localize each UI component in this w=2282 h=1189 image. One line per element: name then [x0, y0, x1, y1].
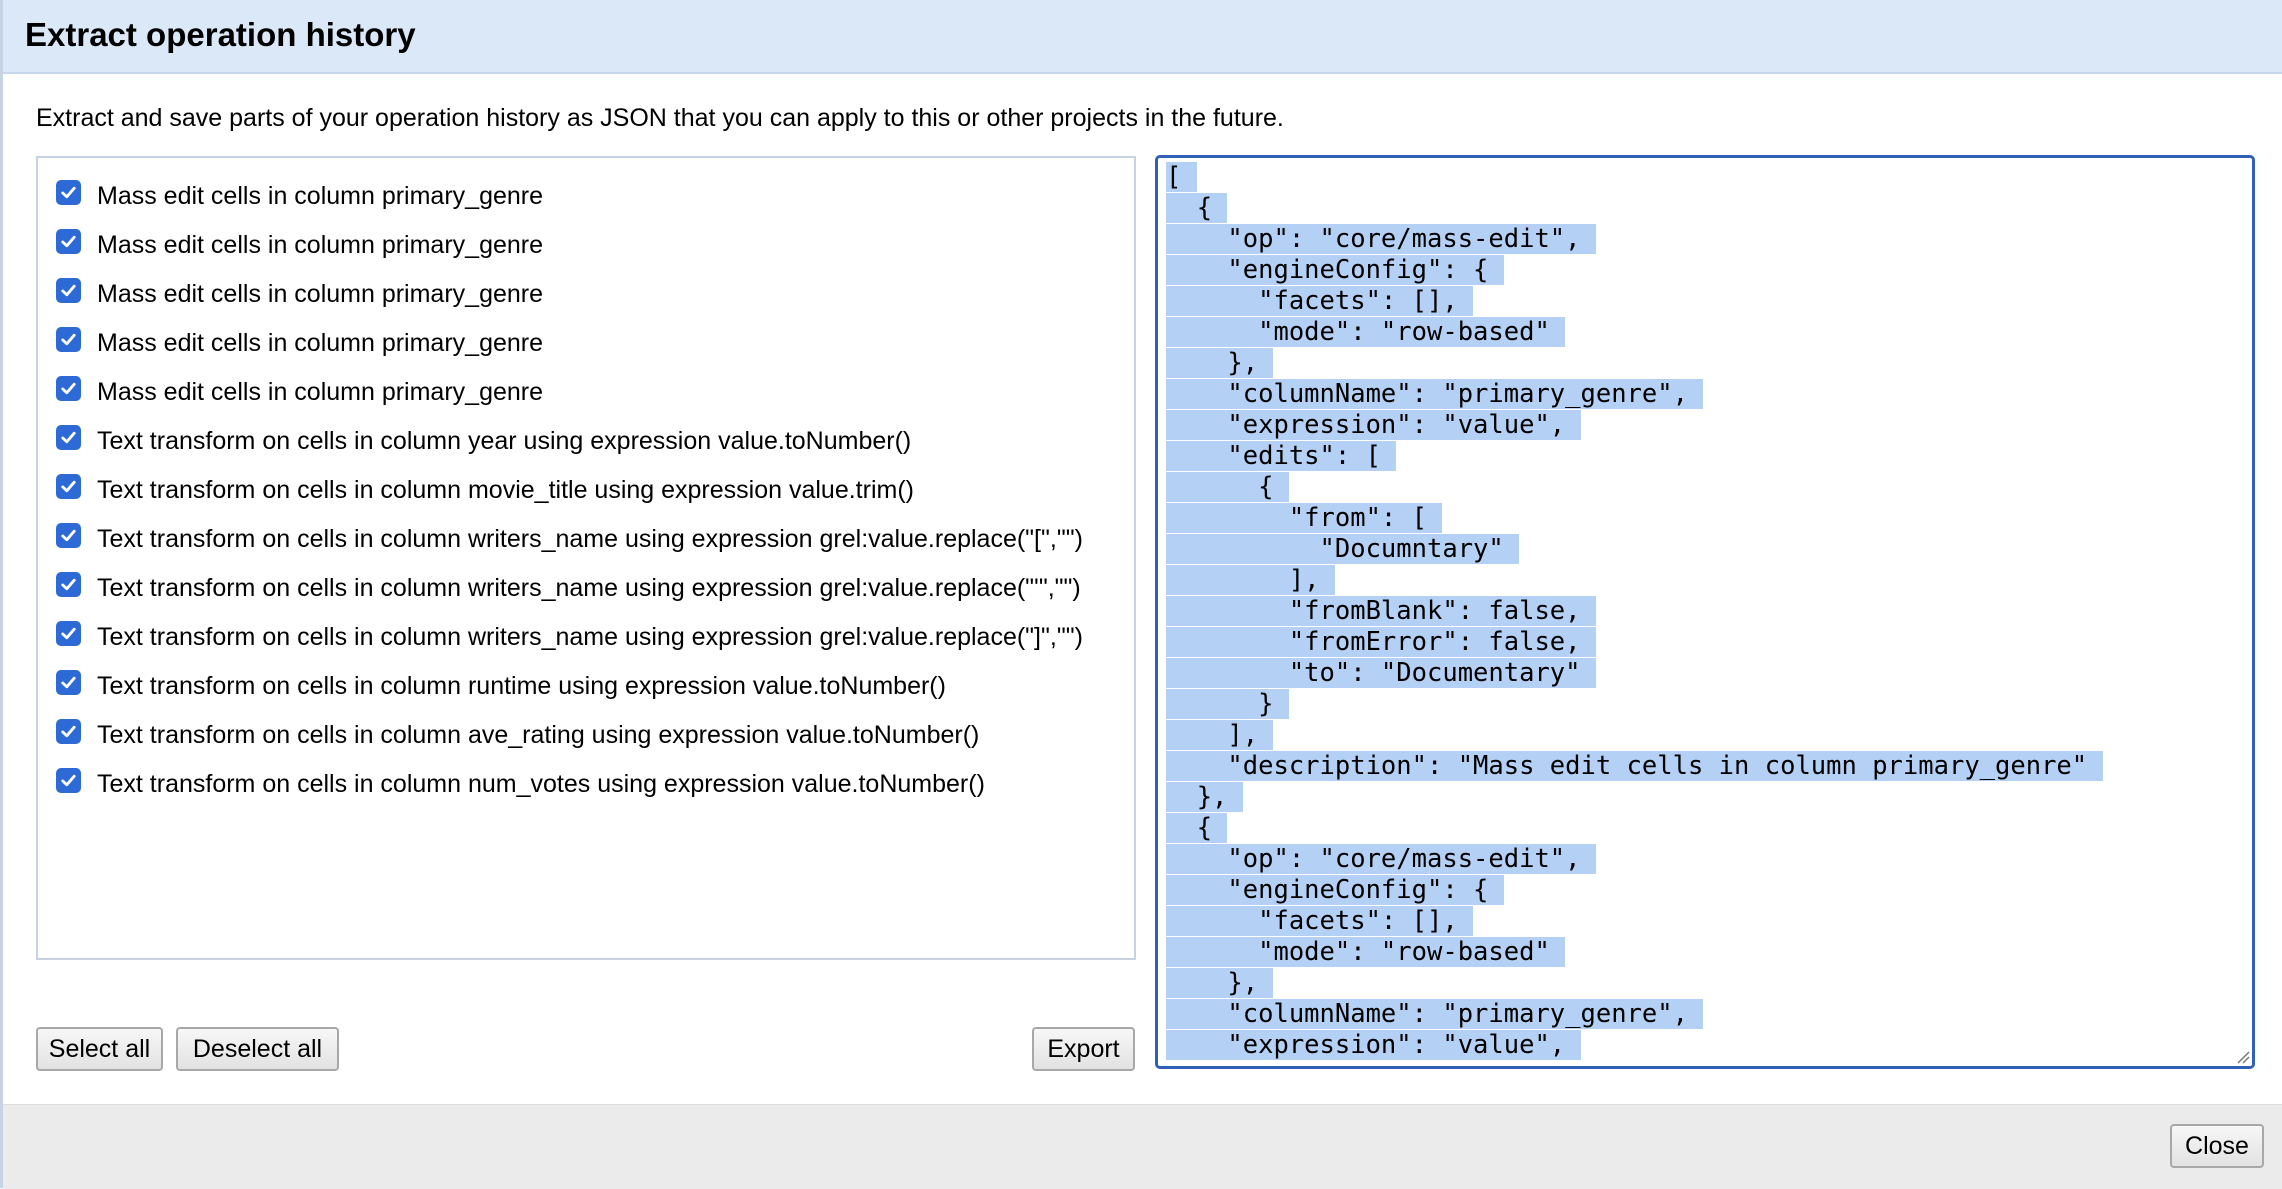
operation-label: Mass edit cells in column primary_genre [97, 182, 544, 210]
checkmark-icon [61, 529, 76, 542]
operation-item[interactable]: Mass edit cells in column primary_genre [38, 368, 1134, 417]
json-line: } [1166, 689, 1289, 719]
operation-label: Text transform on cells in column writer… [97, 525, 1083, 553]
json-line: "Documntary" [1166, 534, 1520, 564]
operation-item[interactable]: Text transform on cells in column num_vo… [38, 760, 1134, 809]
json-line: "engineConfig": { [1166, 255, 1504, 285]
operation-checkbox[interactable] [56, 768, 81, 793]
operation-item[interactable]: Mass edit cells in column primary_genre [38, 172, 1134, 221]
operation-item[interactable]: Mass edit cells in column primary_genre [38, 270, 1134, 319]
json-line: "to": "Documentary" [1166, 658, 1596, 688]
json-content[interactable]: [ { "op": "core/mass-edit", "engineConfi… [1158, 158, 2252, 1061]
json-line: "op": "core/mass-edit", [1166, 224, 1596, 254]
operation-checkbox[interactable] [56, 180, 81, 205]
json-line: "op": "core/mass-edit", [1166, 844, 1596, 874]
operation-item[interactable]: Text transform on cells in column ave_ra… [38, 711, 1134, 760]
operation-label: Text transform on cells in column writer… [97, 574, 1081, 602]
json-line: { [1166, 193, 1228, 223]
export-button[interactable]: Export [1032, 1027, 1135, 1071]
operation-label: Mass edit cells in column primary_genre [97, 231, 544, 259]
json-line: "facets": [], [1166, 906, 1474, 936]
operation-checkbox[interactable] [56, 670, 81, 695]
operation-label: Mass edit cells in column primary_genre [97, 280, 544, 308]
json-line: ], [1166, 565, 1335, 595]
checkmark-icon [61, 578, 76, 591]
checkmark-icon [61, 235, 76, 248]
operations-list[interactable]: Mass edit cells in column primary_genre M… [36, 156, 1136, 960]
operation-checkbox[interactable] [56, 327, 81, 352]
operation-item[interactable]: Mass edit cells in column primary_genre [38, 319, 1134, 368]
json-line: "mode": "row-based" [1166, 317, 1566, 347]
checkmark-icon [61, 676, 76, 689]
checkmark-icon [61, 774, 76, 787]
operation-checkbox[interactable] [56, 376, 81, 401]
operation-checkbox[interactable] [56, 229, 81, 254]
operation-item[interactable]: Text transform on cells in column writer… [38, 515, 1134, 564]
resize-grip-icon[interactable] [2234, 1048, 2250, 1064]
select-all-button[interactable]: Select all [36, 1027, 163, 1071]
operation-checkbox[interactable] [56, 523, 81, 548]
extract-history-dialog: Extract operation history Extract and sa… [0, 0, 2282, 1189]
json-line: "fromBlank": false, [1166, 596, 1596, 626]
json-line: { [1166, 472, 1289, 502]
close-button[interactable]: Close [2170, 1124, 2264, 1168]
operation-label: Text transform on cells in column num_vo… [97, 770, 985, 798]
json-line: "fromError": false, [1166, 627, 1596, 657]
operation-item[interactable]: Mass edit cells in column primary_genre [38, 221, 1134, 270]
checkmark-icon [61, 480, 76, 493]
json-line: "columnName": "primary_genre", [1166, 379, 1704, 409]
checkmark-icon [61, 627, 76, 640]
operation-checkbox[interactable] [56, 474, 81, 499]
json-line: }, [1166, 968, 1274, 998]
json-line: { [1166, 813, 1228, 843]
json-textarea[interactable]: [ { "op": "core/mass-edit", "engineConfi… [1155, 155, 2255, 1069]
json-line: "from": [ [1166, 503, 1443, 533]
checkmark-icon [61, 431, 76, 444]
operation-checkbox[interactable] [56, 719, 81, 744]
dialog-footer: Close [3, 1104, 2282, 1189]
json-line: "expression": "value", [1166, 1030, 1581, 1060]
checkmark-icon [61, 333, 76, 346]
operation-item[interactable]: Text transform on cells in column writer… [38, 564, 1134, 613]
json-line: }, [1166, 782, 1243, 812]
json-line: "columnName": "primary_genre", [1166, 999, 1704, 1029]
operation-item[interactable]: Text transform on cells in column runtim… [38, 662, 1134, 711]
dialog-intro-text: Extract and save parts of your operation… [36, 104, 1284, 132]
operation-item[interactable]: Text transform on cells in column writer… [38, 613, 1134, 662]
checkmark-icon [61, 284, 76, 297]
json-line: "facets": [], [1166, 286, 1474, 316]
operation-checkbox[interactable] [56, 621, 81, 646]
json-line: "mode": "row-based" [1166, 937, 1566, 967]
operation-label: Text transform on cells in column runtim… [97, 672, 946, 700]
operation-checkbox[interactable] [56, 572, 81, 597]
checkmark-icon [61, 186, 76, 199]
json-line: [ [1166, 162, 1197, 192]
dialog-title: Extract operation history [25, 16, 416, 53]
operation-label: Text transform on cells in column ave_ra… [97, 721, 980, 749]
operation-label: Text transform on cells in column movie_… [97, 476, 914, 504]
checkmark-icon [61, 382, 76, 395]
json-line: }, [1166, 348, 1274, 378]
operation-label: Text transform on cells in column writer… [97, 623, 1083, 651]
json-line: ], [1166, 720, 1274, 750]
operation-label: Mass edit cells in column primary_genre [97, 378, 544, 406]
json-line: "description": "Mass edit cells in colum… [1166, 751, 2103, 781]
operation-label: Text transform on cells in column year u… [97, 427, 912, 455]
operation-item[interactable]: Text transform on cells in column year u… [38, 417, 1134, 466]
deselect-all-button[interactable]: Deselect all [176, 1027, 339, 1071]
json-line: "edits": [ [1166, 441, 1397, 471]
operation-checkbox[interactable] [56, 278, 81, 303]
json-line: "expression": "value", [1166, 410, 1581, 440]
operation-item[interactable]: Text transform on cells in column movie_… [38, 466, 1134, 515]
operation-checkbox[interactable] [56, 425, 81, 450]
dialog-header: Extract operation history [3, 0, 2282, 74]
operation-label: Mass edit cells in column primary_genre [97, 329, 544, 357]
checkmark-icon [61, 725, 76, 738]
json-line: "engineConfig": { [1166, 875, 1504, 905]
